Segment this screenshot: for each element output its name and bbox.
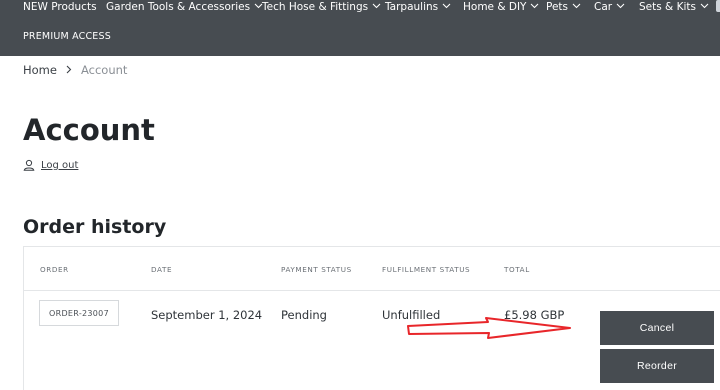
cancel-order-button[interactable]: Cancel [600,311,714,345]
nav-item-home-diy[interactable]: Home & DIY [463,0,539,14]
chevron-down-icon [616,3,625,9]
nav-item-label: Garden Tools & Accessories [106,1,251,13]
nav-item-sets-kits[interactable]: Sets & Kits [639,0,709,14]
payment-status: Pending [281,308,327,322]
chevron-down-icon [700,3,709,9]
chevron-right-icon [66,63,72,77]
chevron-down-icon [530,3,539,9]
breadcrumb-home-link[interactable]: Home [23,63,57,77]
user-icon [23,159,35,171]
nav-item-premium-access[interactable]: PREMIUM ACCESS [23,31,111,43]
nav-item-tech-hose[interactable]: Tech Hose & Fittings [262,0,381,14]
nav-item-garden-tools[interactable]: Garden Tools & Accessories [106,0,263,14]
order-date: September 1, 2024 [151,308,263,322]
nav-item-label: Tarpaulins [385,1,439,13]
nav-overflow-edge [716,0,720,12]
order-number-link[interactable]: ORDER-23007 [39,300,119,326]
logout-link[interactable]: Log out [23,158,78,172]
nav-item-pets[interactable]: Pets [546,0,581,14]
logout-label: Log out [41,159,79,171]
nav-item-label: Sets & Kits [639,1,696,13]
reorder-button[interactable]: Reorder [600,349,714,383]
nav-item-label: Pets [546,1,569,13]
table-header: ORDER DATE PAYMENT STATUS FULFILLMENT ST… [24,247,720,291]
breadcrumb: Home Account [23,63,127,77]
nav-item-label: Home & DIY [463,1,527,13]
page-title: Account [23,113,155,147]
column-header-fulfillment-status: FULFILLMENT STATUS [382,265,471,274]
main-menu: NEW Products Garden Tools & Accessories … [0,0,720,14]
red-arrow-icon [400,304,582,344]
order-history-table: ORDER DATE PAYMENT STATUS FULFILLMENT ST… [23,246,720,390]
column-header-order: ORDER [40,265,69,274]
column-header-total: TOTAL [504,265,530,274]
order-history-title: Order history [23,216,167,238]
column-header-date: DATE [151,265,173,274]
column-header-payment-status: PAYMENT STATUS [281,265,352,274]
nav-item-new-products[interactable]: NEW Products [23,0,97,14]
nav-item-label: Car [594,1,613,13]
nav-item-tarpaulins[interactable]: Tarpaulins [385,0,451,14]
chevron-down-icon [572,3,581,9]
nav-item-label: NEW Products [23,1,97,13]
nav-item-car[interactable]: Car [594,0,625,14]
chevron-down-icon [372,3,381,9]
nav-item-label: Tech Hose & Fittings [262,1,369,13]
top-navigation: NEW Products Garden Tools & Accessories … [0,0,720,56]
chevron-down-icon [442,3,451,9]
breadcrumb-current: Account [80,63,128,77]
